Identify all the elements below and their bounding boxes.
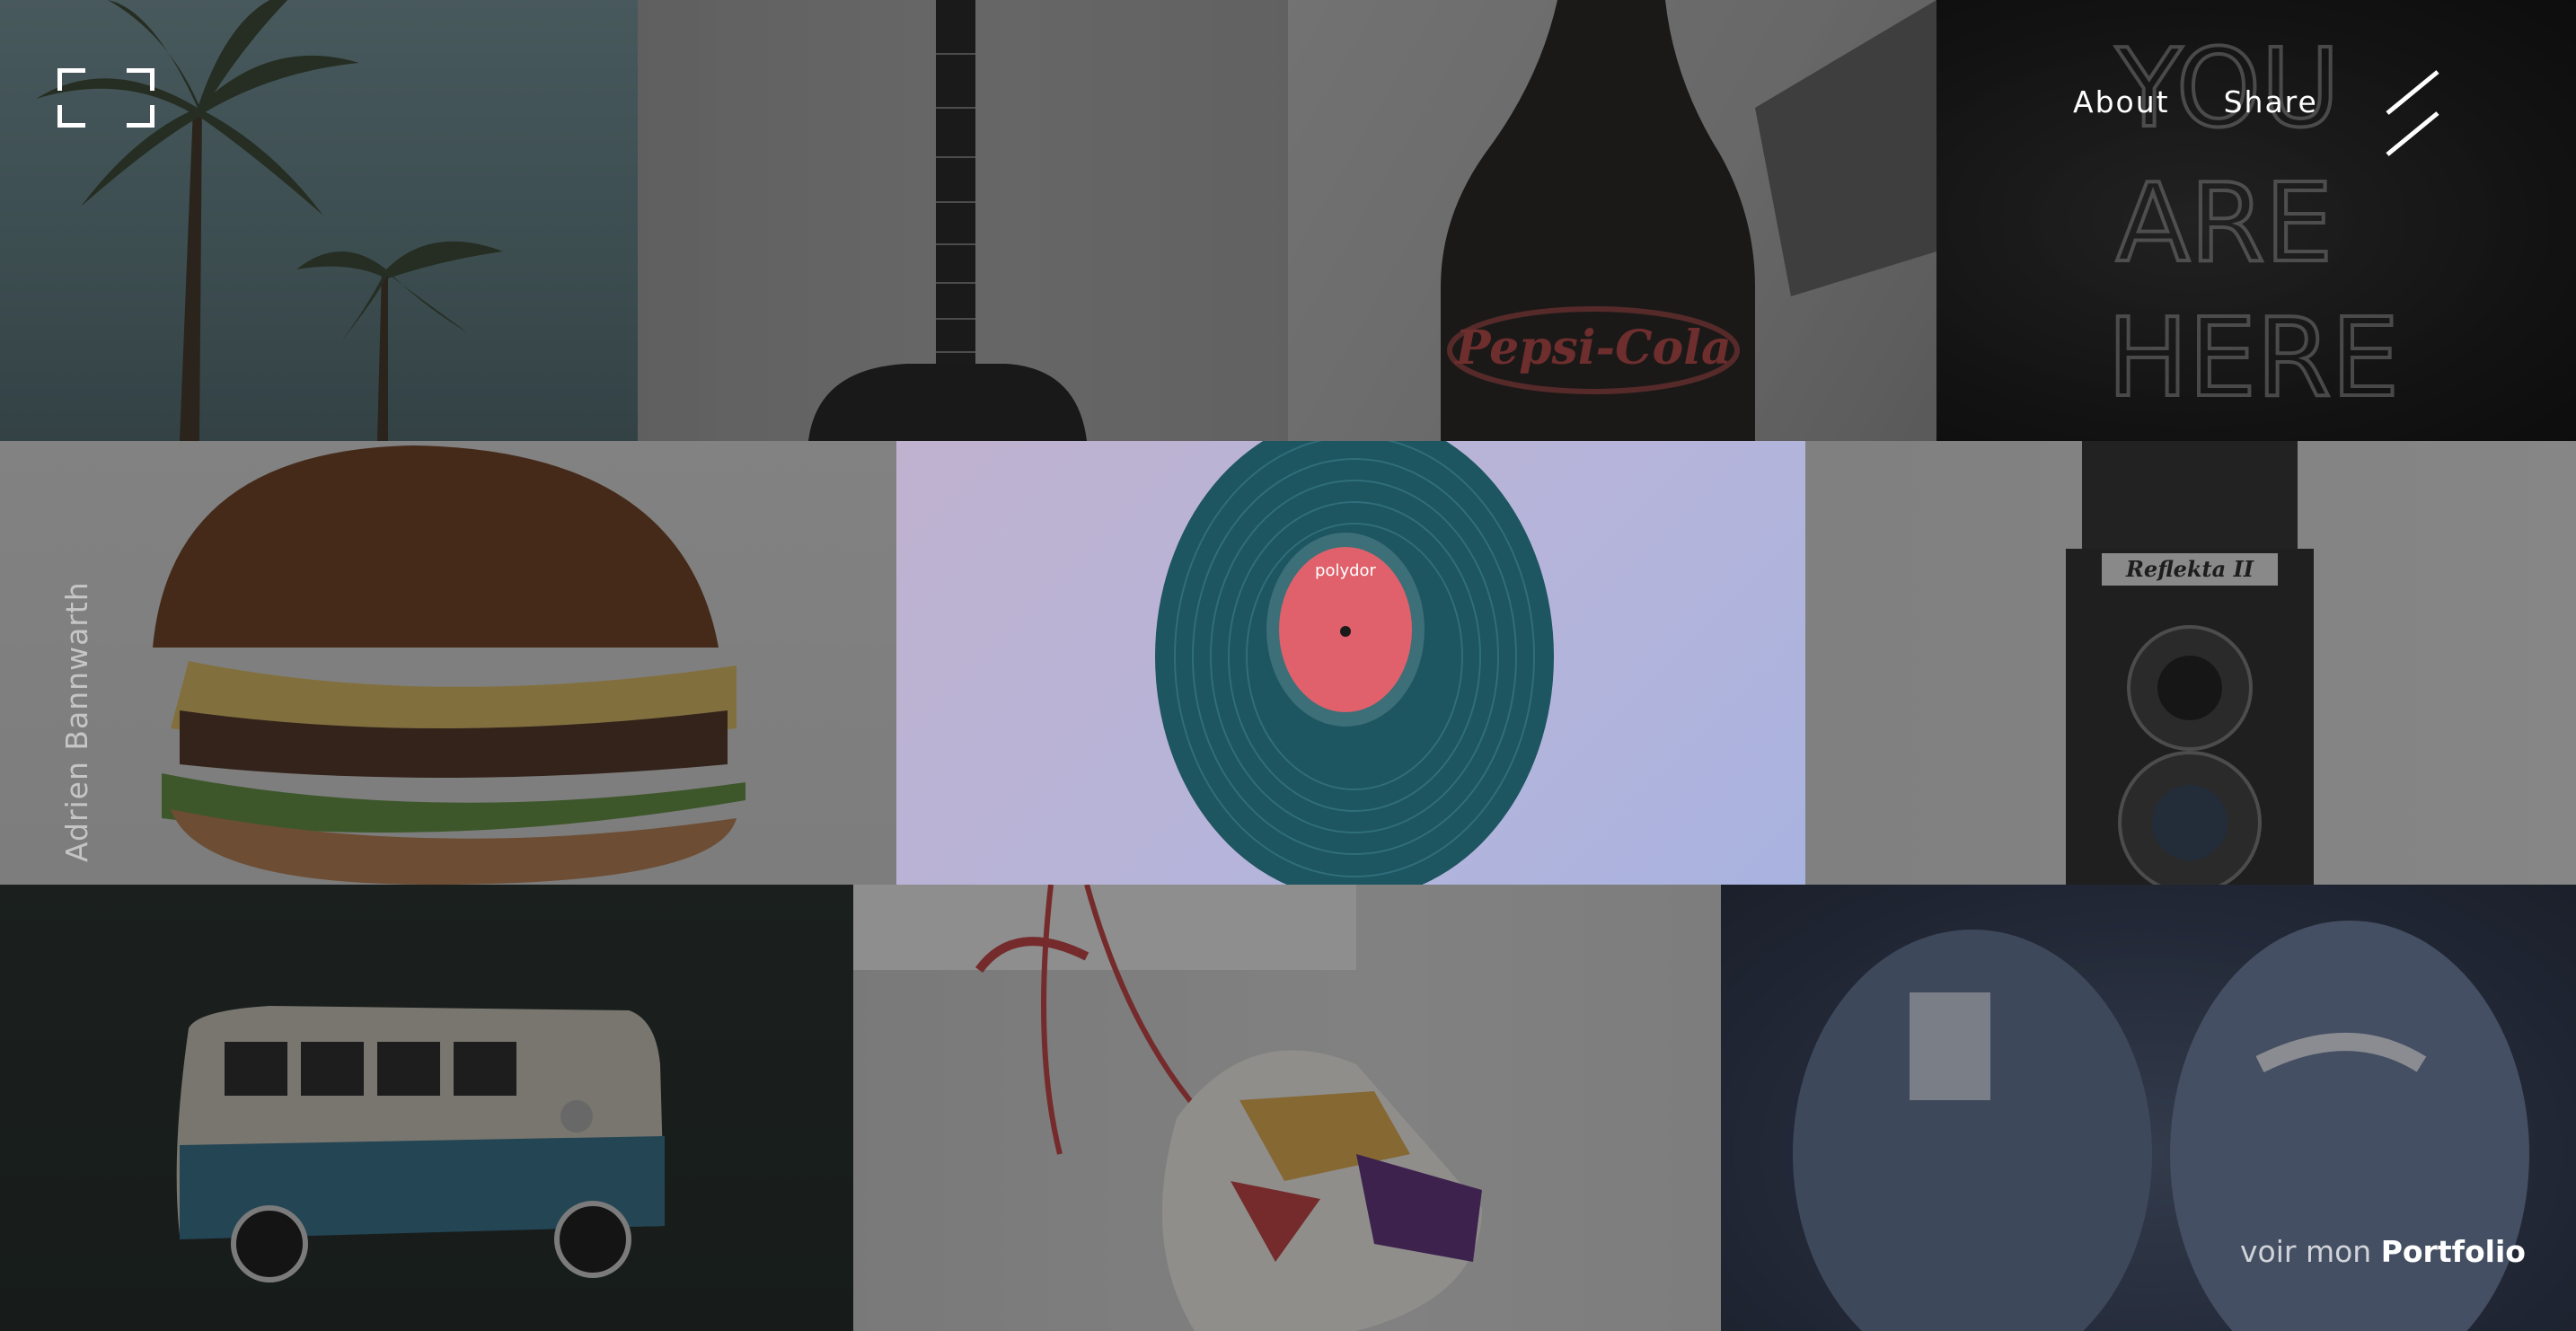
gallery-tile-bottle[interactable]: Pepsi-Cola (1288, 0, 1936, 441)
cta-portfolio[interactable]: Portfolio (2381, 1234, 2526, 1269)
tile-dim-overlay (1936, 0, 2576, 441)
tile-dim-overlay (638, 0, 1288, 441)
gallery-tile-vinyl[interactable]: polydor (896, 441, 1805, 885)
frame-corners-icon[interactable] (57, 68, 154, 128)
cta-prefix: voir mon (2240, 1234, 2372, 1269)
nav-link-share[interactable]: Share (2224, 84, 2318, 119)
gallery-tile-burger[interactable] (0, 441, 896, 885)
landing-stage: Pepsi-Cola YOU ARE HERE polydor Reflekta… (0, 0, 2576, 1331)
top-nav: About Share (2073, 84, 2318, 119)
gallery-tile-neon[interactable]: YOU ARE HERE (1936, 0, 2576, 441)
gallery-tile-camera[interactable]: Reflekta II (1805, 441, 2576, 885)
gallery-tile-van[interactable] (0, 885, 853, 1331)
tile-dim-overlay (0, 0, 638, 441)
tile-dim-overlay (1805, 441, 2576, 885)
tile-dim-overlay (896, 441, 1805, 885)
tile-dim-overlay (853, 885, 1721, 1331)
tile-dim-overlay (0, 441, 896, 885)
author-name: Adrien Bannwarth (59, 581, 94, 862)
nav-link-about[interactable]: About (2073, 84, 2170, 119)
double-slash-menu-icon[interactable] (2380, 68, 2445, 158)
gallery-tile-guitar[interactable] (638, 0, 1288, 441)
portfolio-link[interactable]: voir mon Portfolio (2240, 1234, 2526, 1269)
gallery-tile-palm[interactable] (0, 0, 638, 441)
gallery-tile-shoe[interactable] (853, 885, 1721, 1331)
tile-dim-overlay (1288, 0, 1936, 441)
tile-dim-overlay (0, 885, 853, 1331)
